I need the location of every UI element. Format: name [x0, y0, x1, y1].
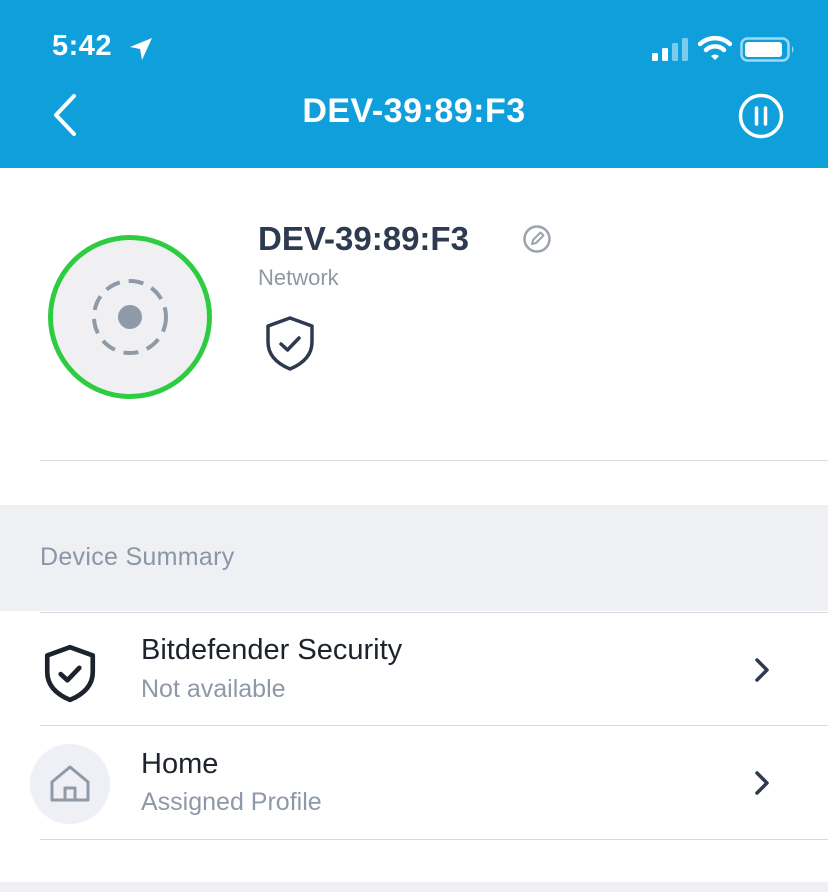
cellular-signal-icon: [652, 38, 688, 61]
shield-check-icon: [266, 316, 314, 371]
app-header: 5:42 DEV-39:89:F3: [0, 0, 828, 168]
divider: [40, 839, 828, 840]
device-generic-icon: [92, 279, 168, 355]
status-time: 5:42: [52, 30, 113, 62]
bottom-section-band: [0, 882, 828, 892]
divider: [40, 460, 828, 461]
device-name: DEV-39:89:F3: [258, 220, 469, 257]
home-profile-row[interactable]: Home Assigned Profile: [0, 726, 828, 838]
row-title: Bitdefender Security: [141, 634, 403, 666]
section-title: Device Summary: [40, 543, 235, 571]
device-type: Network: [258, 265, 339, 290]
pause-circle-icon[interactable]: [738, 93, 784, 139]
row-subtitle: Assigned Profile: [141, 788, 322, 816]
location-arrow-icon: [130, 38, 152, 60]
row-subtitle: Not available: [141, 675, 286, 703]
page-title: DEV-39:89:F3: [302, 92, 526, 130]
chevron-right-icon: [755, 658, 769, 682]
battery-icon: [740, 37, 794, 62]
device-avatar: [48, 235, 212, 399]
shield-check-icon: [44, 644, 96, 703]
row-title: Home: [141, 748, 219, 780]
bitdefender-security-row[interactable]: Bitdefender Security Not available: [0, 613, 828, 725]
chevron-right-icon: [755, 771, 769, 795]
wifi-icon: [698, 35, 732, 60]
edit-pencil-icon[interactable]: [522, 224, 552, 254]
home-icon: [50, 765, 90, 802]
